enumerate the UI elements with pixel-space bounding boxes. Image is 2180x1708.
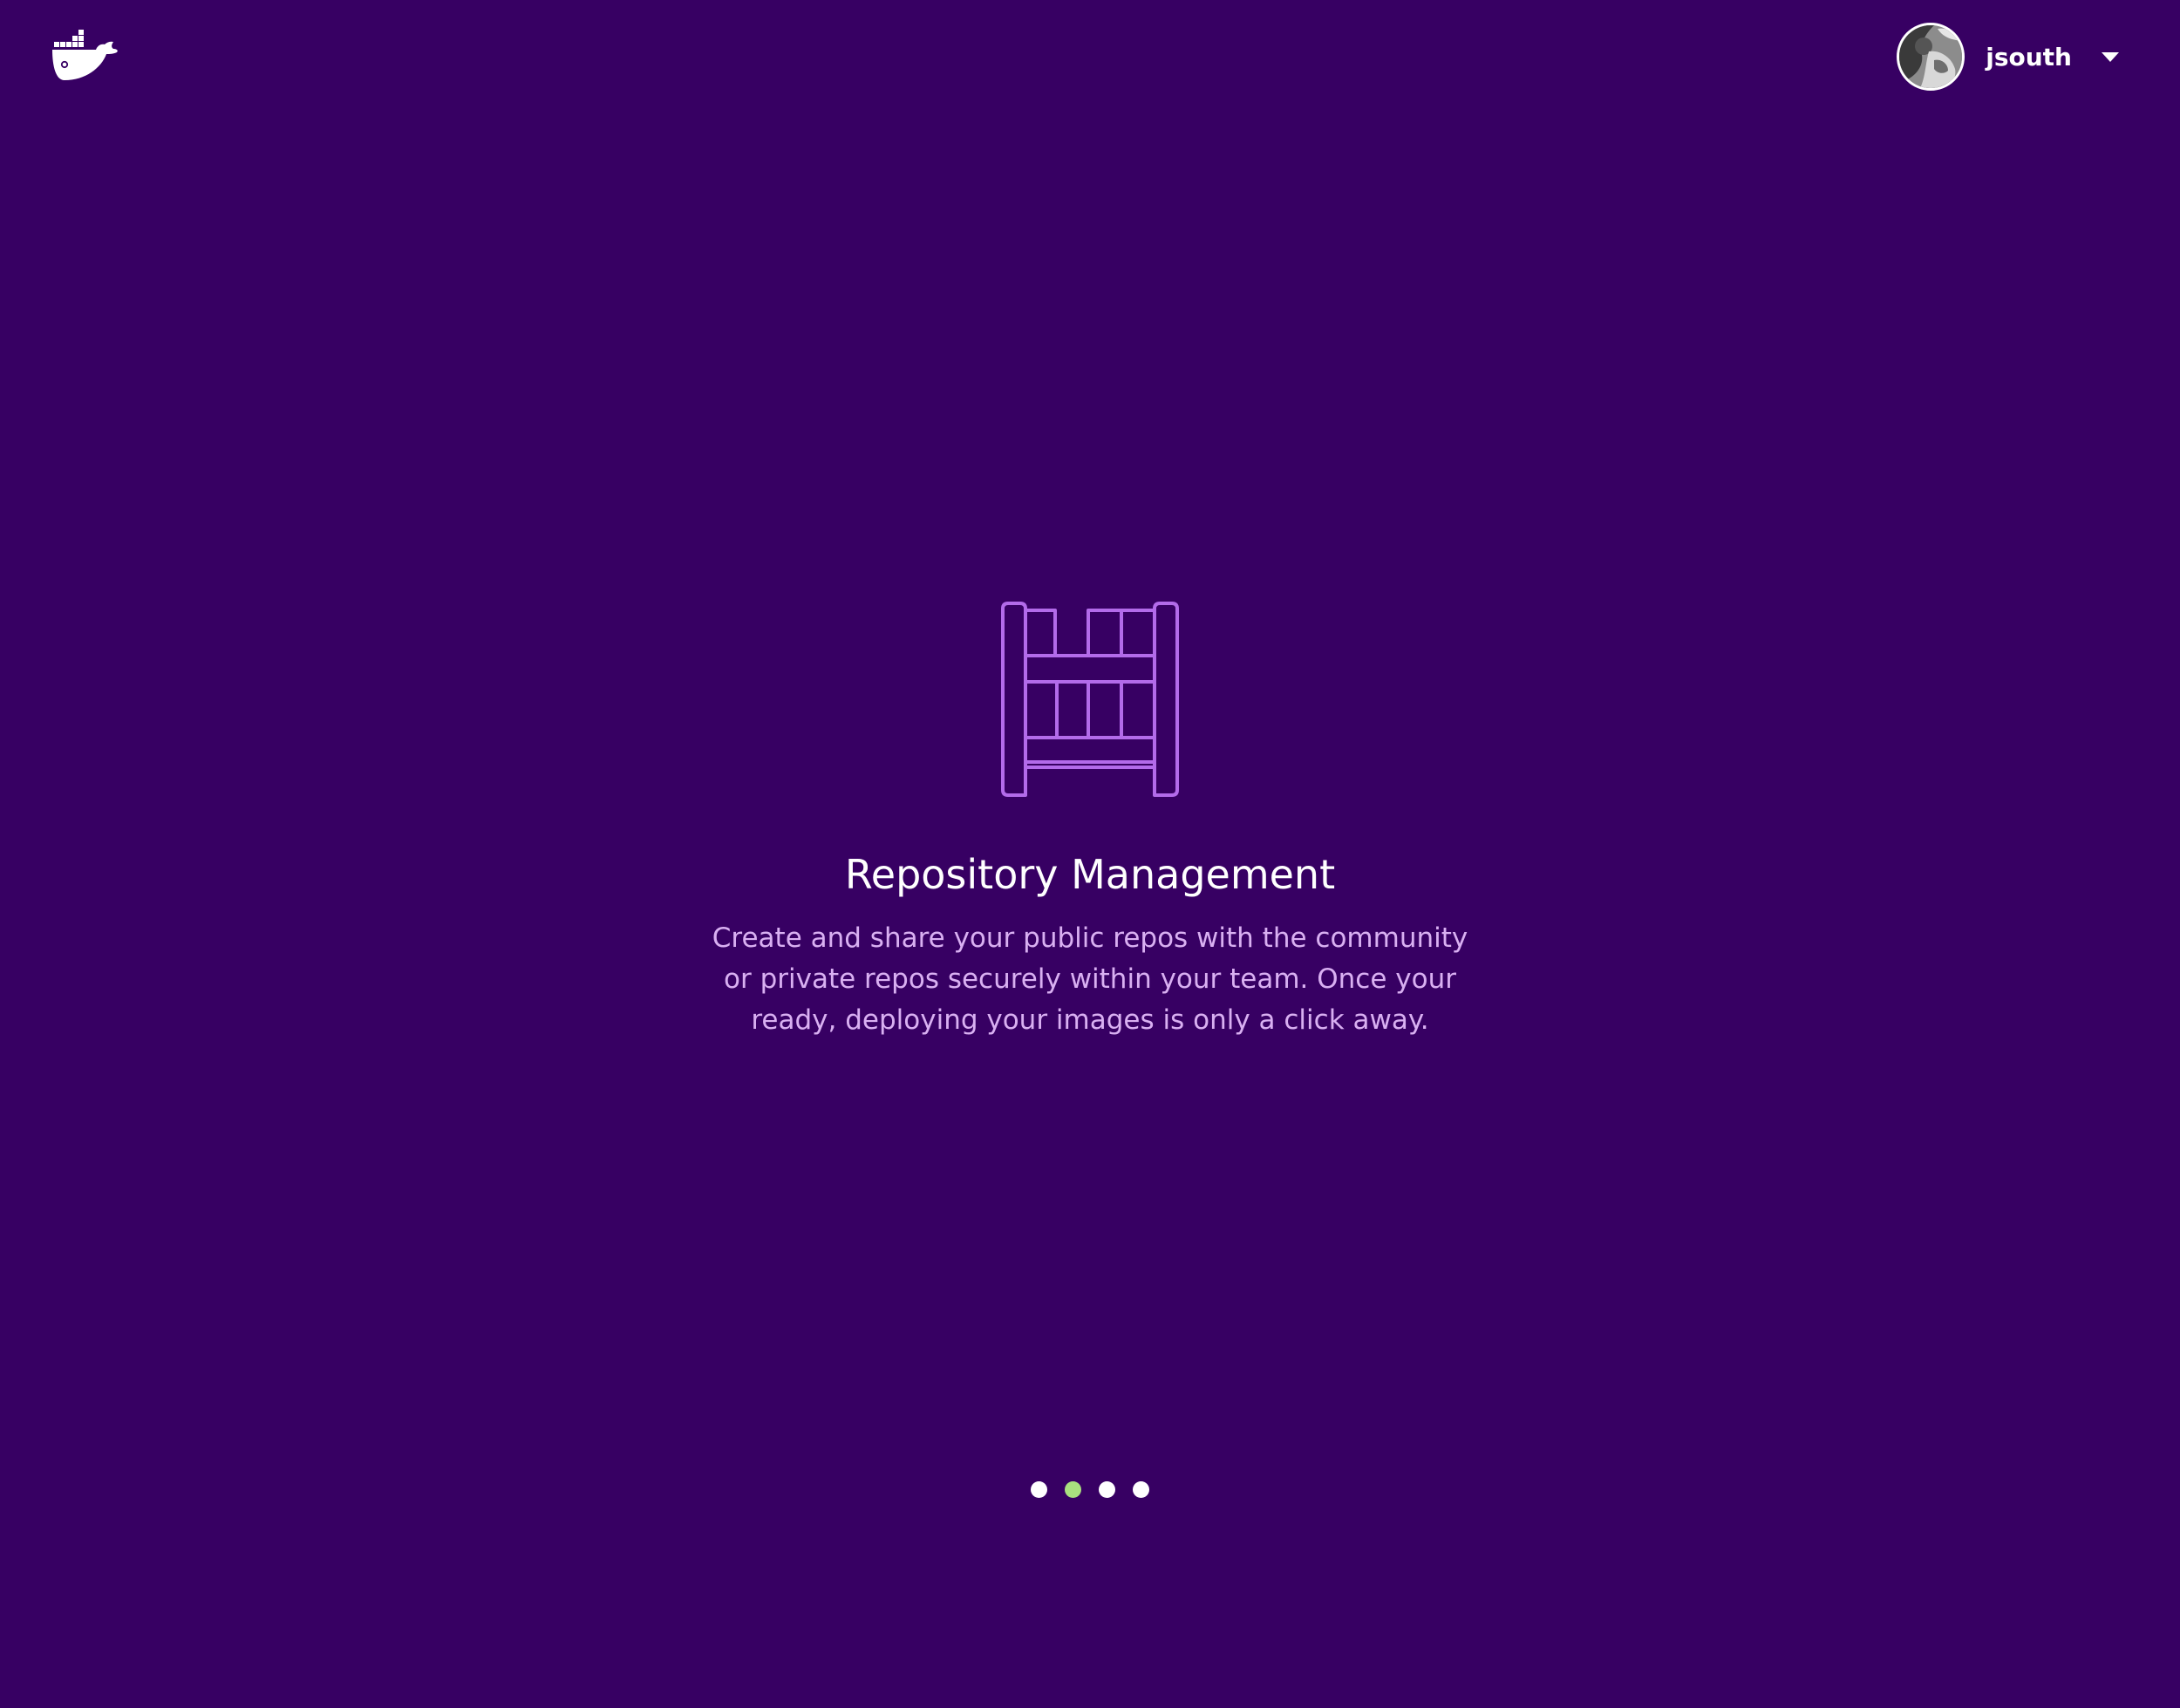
caret-down-icon[interactable] (2102, 51, 2119, 62)
carousel-dot-3[interactable] (1099, 1481, 1115, 1498)
feature-title: Repository Management (844, 851, 1336, 898)
username-label[interactable]: jsouth (1986, 43, 2072, 71)
welcome-page: jsouth Repository Management Create and … (0, 0, 2180, 1708)
user-menu[interactable]: jsouth (1897, 21, 2119, 92)
repository-shelf-icon (1001, 602, 1179, 797)
carousel-dot-4[interactable] (1133, 1481, 1149, 1498)
feature-slide: Repository Management Create and share y… (0, 602, 2180, 1041)
carousel-pagination (0, 1481, 2180, 1498)
feature-description: Create and share your public repos with … (712, 922, 1468, 1037)
user-avatar[interactable] (1897, 23, 1965, 91)
carousel-dot-2[interactable] (1065, 1481, 1081, 1498)
carousel-dot-1[interactable] (1031, 1481, 1047, 1498)
docker-logo-icon[interactable] (52, 30, 119, 84)
